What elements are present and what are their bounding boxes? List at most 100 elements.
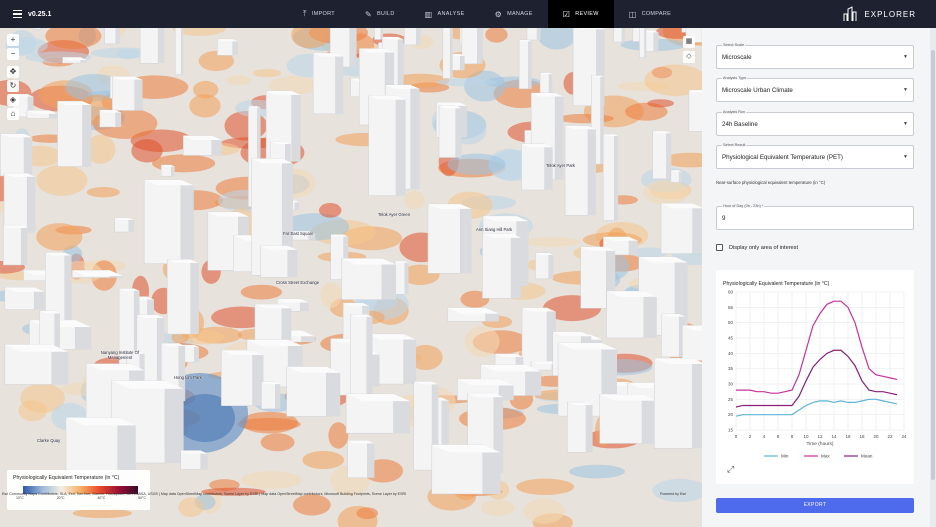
building [182,135,222,156]
x-tick-label: 20 [873,434,879,439]
building [567,401,593,453]
export-button[interactable]: EXPORT [716,498,914,513]
legend-tick: 40°C [97,496,106,500]
y-tick-label: 45 [728,336,734,341]
zoom-in-button[interactable]: + [7,34,19,46]
caret-down-icon: ▼ [903,54,908,60]
building [160,164,175,177]
pencil-icon: ✎ [364,9,372,19]
field-label: Analysis Type [722,76,748,80]
building [104,28,120,45]
nav-analyse[interactable]: ▥ ANALYSE [410,0,480,28]
map-label: Cross Street Exchange [276,280,320,285]
building [394,260,409,295]
top-bar: v0.25.1 ⤒ IMPORT ✎ BUILD ▥ ANALYSE ⚙ MANAGE ☑ REV… [0,0,936,28]
building [217,38,238,56]
nav-compare[interactable]: ◫ COMPARE [614,0,686,28]
gear-icon: ⚙ [494,9,503,19]
brand: EXPLORER [842,0,916,28]
legend-label[interactable]: Min [781,454,789,459]
layers-icon[interactable]: ◇ [683,51,695,63]
nav-review[interactable]: ☑ REVIEW [547,0,614,28]
scale-select[interactable]: Select Scale Microscale ▼ [716,43,914,69]
analysis-type-select[interactable]: Analysis Type Microscale Urban Climate ▼ [716,76,914,102]
x-tick-label: 24 [901,434,907,439]
building [670,170,682,183]
building [482,233,522,299]
grid-view-icon[interactable]: ▦ [683,36,695,48]
x-tick-label: 0 [735,434,738,439]
nav-import[interactable]: ⤒ IMPORT [288,0,350,28]
building [661,313,686,358]
building [602,134,619,221]
building [166,259,199,335]
upload-icon: ⤒ [303,9,307,18]
home-icon[interactable]: ⌂ [7,108,19,120]
caret-down-icon: ▼ [903,121,908,127]
building [606,290,657,339]
building [260,245,298,278]
building [431,444,501,495]
building [404,28,421,46]
y-tick-label: 35 [728,366,734,371]
compare-icon: ◫ [628,9,637,19]
building [3,172,36,233]
map-label: Clarke Quay [37,438,61,443]
series-line-max [736,300,898,394]
powered-by[interactable]: Powered by Esri [660,492,686,496]
pet-line-chart: 152025303540455055600 2 4 6 8 10 12 14 16 18 20 22 2… [728,290,907,459]
rotate-icon[interactable]: ↻ [7,80,19,92]
building [34,28,43,30]
x-tick-label: 10 [803,434,809,439]
building [652,130,672,180]
caret-down-icon: ▼ [903,154,908,160]
field-value: Physiological Equivalent Temperature (PE… [722,154,843,161]
expand-icon[interactable]: ⤢ [727,464,734,475]
result-description: Near-surface physiological equivalent te… [716,180,826,185]
legend-label[interactable]: Max [821,454,830,459]
y-tick-label: 55 [728,305,734,310]
main-nav: ⤒ IMPORT ✎ BUILD ▥ ANALYSE ⚙ MANAGE ☑ REVIEW ◫ COMP… [288,0,686,28]
result-select[interactable]: Select Result Physiological Equivalent T… [716,143,914,169]
building [526,28,541,41]
legend-title: Physiologically Equivalent Temperature (… [13,475,120,481]
panel-scrollbar[interactable] [930,28,936,527]
nav-manage[interactable]: ⚙ MANAGE [480,0,548,28]
checkbox[interactable] [716,244,723,251]
map-label: Hong Lim Park [174,375,202,380]
legend-label[interactable]: Mean [861,454,873,459]
field-label: Select Scale [722,43,746,47]
zoom-out-button[interactable]: − [7,48,19,60]
building [654,357,702,449]
hamburger-menu-icon[interactable] [6,0,28,28]
legend-ticks: 10°C 20°C 40°C 50°C [16,496,146,500]
pan-icon[interactable]: ✥ [7,66,19,78]
building [221,349,264,406]
building [368,95,406,196]
hour-input[interactable]: Hour of Day (0h - 23h) * 9 [716,204,914,230]
nav-label: ANALYSE [437,11,465,17]
map-legend: Physiologically Equivalent Temperature (… [7,470,150,510]
brand-name: EXPLORER [864,9,916,19]
building [139,28,165,64]
bar-chart-icon: ▥ [424,9,433,19]
building [99,109,122,128]
y-tick-label: 15 [728,428,734,433]
nav-label: MANAGE [507,11,533,17]
building [639,28,647,58]
map-view[interactable]: + − ✥ ↻ ◈ ⌂ ▦ ◇ Telok Ayer Park Telok Ay… [0,28,702,527]
building [682,325,702,361]
analysis-run-select[interactable]: Analysis Run 24h Baseline ▼ [716,110,914,136]
map-attribution[interactable]: Esri Community Maps Contributors, SLA, E… [2,492,406,496]
scrollbar-thumb[interactable] [931,50,935,480]
x-tick-label: 4 [763,434,766,439]
compass-icon[interactable]: ◈ [7,94,19,106]
building [112,76,143,111]
map-3d-scene[interactable] [0,28,702,527]
building [143,179,194,264]
building [286,366,341,417]
building [350,314,373,397]
area-of-interest-toggle[interactable]: Display only area of interest [716,244,798,251]
nav-build[interactable]: ✎ BUILD [350,0,410,28]
building [45,252,72,321]
